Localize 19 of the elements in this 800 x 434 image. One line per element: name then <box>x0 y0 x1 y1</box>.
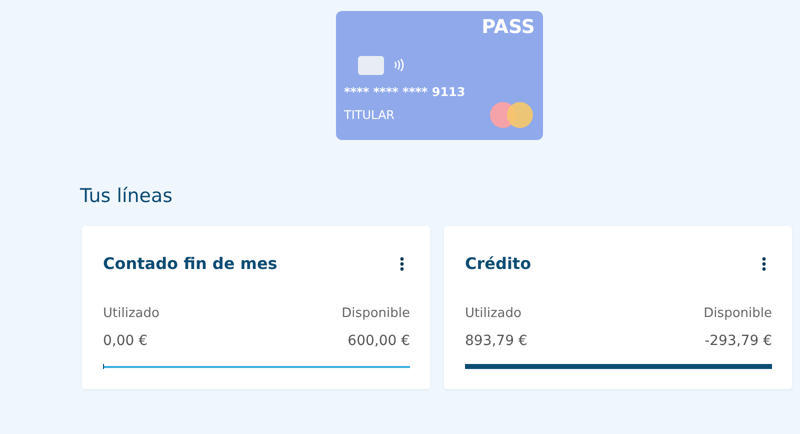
used-amount: 0,00 € <box>103 332 148 351</box>
used-label: Utilizado <box>465 304 522 322</box>
card-number: **** **** **** 9113 <box>344 84 466 101</box>
available-amount: -293,79 € <box>704 332 772 351</box>
more-options-icon[interactable] <box>762 256 766 270</box>
card-network-logo <box>489 100 535 129</box>
card-holder: TITULAR <box>344 106 394 124</box>
line-title: Contado fin de mes <box>103 252 278 274</box>
card-brand: PASS <box>482 17 535 38</box>
available-amount: 600,00 € <box>348 332 410 351</box>
more-options-icon[interactable] <box>400 256 404 270</box>
chip-icon <box>358 56 384 75</box>
line-title: Crédito <box>465 252 532 274</box>
used-amount: 893,79 € <box>465 332 528 351</box>
contactless-icon <box>392 58 406 72</box>
section-title: Tus líneas <box>80 184 174 209</box>
available-label: Disponible <box>342 304 410 322</box>
available-label: Disponible <box>704 304 772 322</box>
used-label: Utilizado <box>103 304 160 322</box>
